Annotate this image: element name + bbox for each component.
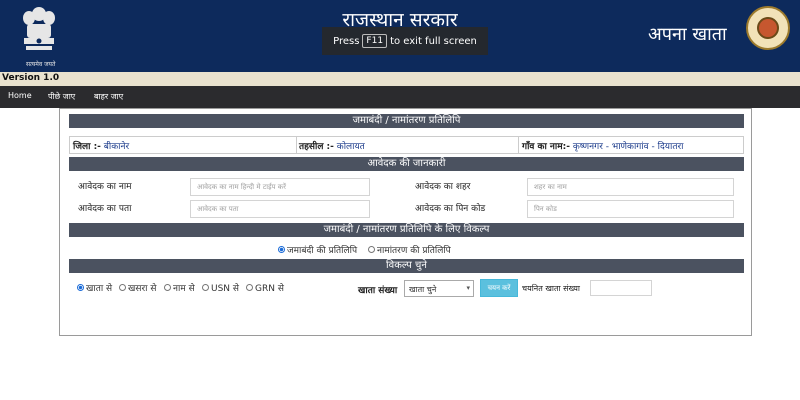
radio-label: जमाबंदी की प्रतिलिपि [287, 246, 358, 256]
district-label: जिला :- [73, 142, 101, 152]
radio-icon [119, 284, 126, 291]
chosen-khata-label: चयनित खाता संख्या [522, 284, 580, 293]
radio-by-usn[interactable]: USN से [202, 281, 239, 294]
radio-by-khata[interactable]: खाता से [77, 281, 112, 294]
section-applicant-info: आवेदक की जानकारी [69, 157, 744, 171]
fullscreen-notice: Press F11 to exit full screen [322, 27, 488, 55]
applicant-address-label: आवेदक का पता [78, 204, 132, 214]
applicant-name-label: आवेदक का नाम [78, 182, 132, 192]
tehsil-label: तहसील :- [299, 142, 334, 152]
location-row: जिला :- बीकानेर तहसील :- कोलायत गाँव का … [69, 136, 744, 154]
radio-icon [368, 246, 375, 253]
radio-label: खाता से [86, 284, 113, 294]
chevron-down-icon: ▾ [466, 284, 470, 292]
nav-home[interactable]: Home [8, 91, 32, 100]
radio-checked-icon [77, 284, 84, 291]
top-nav: Home पीछे जाए बाहर जाए [0, 86, 800, 108]
applicant-city-input[interactable]: शहर का नाम [527, 178, 734, 196]
tehsil-cell: तहसील :- कोलायत [299, 139, 365, 152]
chosen-khata-input[interactable] [590, 280, 652, 296]
khata-select-value: खाता चुने [409, 285, 437, 294]
apna-khata-title: अपना खाता [648, 24, 727, 45]
divider [518, 137, 519, 153]
f11-key: F11 [362, 34, 388, 48]
radio-by-name[interactable]: नाम से [164, 281, 195, 294]
section-choose-option: विकल्प चुने [69, 259, 744, 273]
version-bar: Version 1.0 [0, 72, 800, 86]
radio-namantaran-copy[interactable]: नामांतरण की प्रतिलिपि [368, 243, 451, 256]
radio-label: खसरा से [128, 284, 157, 294]
district-value: बीकानेर [103, 142, 130, 152]
radio-icon [202, 284, 209, 291]
fullscreen-prefix: Press [333, 35, 360, 47]
applicant-city-label: आवेदक का शहर [415, 182, 471, 192]
tehsil-value: कोलायत [336, 142, 365, 152]
radio-label: नामांतरण की प्रतिलिपि [377, 246, 451, 256]
khata-number-label: खाता संख्या [358, 286, 398, 296]
main-panel: जमाबंदी / नामांतरण प्रतिलिपि जिला :- बीक… [59, 108, 752, 336]
district-cell: जिला :- बीकानेर [73, 139, 129, 152]
emblem-caption: सत्यमेव जयते [26, 61, 56, 68]
version-label: Version 1.0 [2, 73, 60, 83]
section-options: जमाबंदी / नामांतरण प्रतिलिपि के लिए विकल… [69, 223, 744, 237]
applicant-pincode-input[interactable]: पिन कोड [527, 200, 734, 218]
applicant-pincode-label: आवेदक का पिन कोड [415, 204, 486, 214]
radio-by-khasra[interactable]: खसरा से [119, 281, 156, 294]
radio-checked-icon [278, 246, 285, 253]
fullscreen-suffix: to exit full screen [390, 35, 477, 47]
radio-label: नाम से [173, 284, 195, 294]
radio-icon [164, 284, 171, 291]
divider [296, 137, 297, 153]
rajasthan-seal-icon [746, 6, 790, 50]
seal-center [757, 17, 779, 39]
nav-back[interactable]: पीछे जाए [48, 91, 75, 102]
app-header: सत्यमेव जयते राजस्थान सरकार अपना खाता Pr… [0, 0, 800, 72]
khata-select[interactable]: खाता चुने ▾ [404, 280, 474, 297]
village-cell: गाँव का नाम:- कृष्णनगर - भाणेकागांव - दि… [522, 139, 683, 152]
radio-label: GRN से [255, 284, 284, 294]
radio-label: USN से [211, 284, 239, 294]
applicant-name-input[interactable]: आवेदक का नाम हिन्दी मे टाईप करें [190, 178, 370, 196]
radio-jamabandi-copy[interactable]: जमाबंदी की प्रतिलिपि [278, 243, 357, 256]
village-label: गाँव का नाम:- [522, 142, 570, 152]
applicant-address-input[interactable]: आवेदक का पता [190, 200, 370, 218]
section-jamabandi: जमाबंदी / नामांतरण प्रतिलिपि [69, 114, 744, 128]
radio-icon [246, 284, 253, 291]
select-khata-button[interactable]: चयन करें [480, 279, 518, 297]
radio-by-grn[interactable]: GRN से [246, 281, 284, 294]
village-value: कृष्णनगर - भाणेकागांव - दियातरा [572, 142, 684, 152]
nav-exit[interactable]: बाहर जाए [94, 91, 123, 102]
